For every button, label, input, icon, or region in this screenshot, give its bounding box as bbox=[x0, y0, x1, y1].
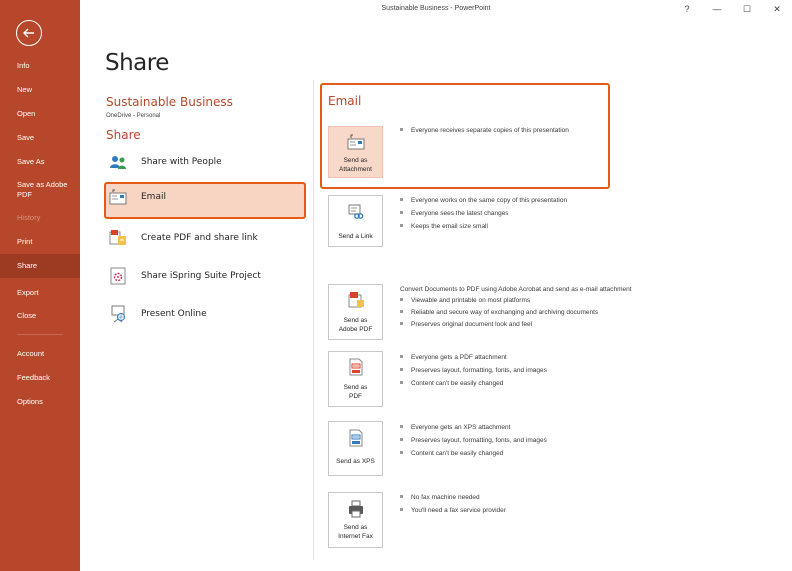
document-title: Sustainable Business bbox=[106, 95, 233, 109]
action-label: Send a Link bbox=[338, 233, 373, 240]
nav-item-save-as[interactable]: Save As bbox=[0, 150, 80, 174]
share-option-share-with-people[interactable]: Share with People bbox=[104, 146, 306, 178]
bullet-item: Preserves layout, formatting, fonts, and… bbox=[400, 367, 547, 374]
action-label: Send as XPS bbox=[336, 458, 375, 465]
bullet-item: Keeps the email size small bbox=[400, 223, 488, 230]
backstage-sidebar: Info New Open Save Save As Save as Adobe… bbox=[0, 0, 80, 571]
sidebar-divider bbox=[17, 334, 63, 335]
restore-button[interactable]: ☐ bbox=[732, 0, 762, 18]
share-option-label: Email bbox=[141, 192, 166, 202]
bullet-item: Viewable and printable on most platforms bbox=[400, 297, 530, 304]
bullet-item: Reliable and secure way of exchanging an… bbox=[400, 309, 598, 316]
nav-item-options[interactable]: Options bbox=[0, 390, 80, 414]
action-label: Send as PDF bbox=[343, 384, 368, 400]
bullet-item: You'll need a fax service provider bbox=[400, 507, 506, 514]
bullet-item: Content can't be easily changed bbox=[400, 450, 503, 457]
share-option-present-online[interactable]: Present Online bbox=[104, 298, 306, 330]
nav-item-history: History bbox=[17, 213, 41, 222]
nav-item-new[interactable]: New bbox=[0, 78, 80, 102]
share-option-share-ispring[interactable]: Share iSpring Suite Project bbox=[104, 260, 306, 292]
column-divider bbox=[313, 80, 314, 560]
email-section-heading: Email bbox=[328, 94, 362, 108]
nav-item-info[interactable]: Info bbox=[0, 54, 80, 78]
link-icon bbox=[348, 204, 363, 219]
nav-item-feedback[interactable]: Feedback bbox=[0, 366, 80, 390]
share-option-label: Create PDF and share link bbox=[141, 233, 258, 243]
share-option-label: Present Online bbox=[141, 309, 207, 319]
share-option-label: Share iSpring Suite Project bbox=[141, 271, 261, 281]
bullet-item: Everyone gets a PDF attachment bbox=[400, 354, 507, 361]
fax-icon bbox=[348, 500, 363, 518]
page-title: Share bbox=[105, 50, 169, 76]
back-button[interactable] bbox=[16, 20, 42, 46]
bullet-item: No fax machine needed bbox=[400, 494, 480, 501]
action-label: Send as Internet Fax bbox=[338, 524, 373, 540]
pdf-share-icon bbox=[109, 230, 126, 245]
nav-item-close[interactable]: Close bbox=[0, 304, 80, 328]
bullet-item: Everyone receives separate copies of thi… bbox=[400, 127, 569, 134]
send-a-link-button[interactable]: Send a Link bbox=[328, 195, 383, 247]
nav-item-save-as-adobe-pdf[interactable]: Save as Adobe PDF bbox=[0, 178, 80, 204]
attachment-icon bbox=[347, 134, 364, 150]
bullet-item: Preserves layout, formatting, fonts, and… bbox=[400, 437, 547, 444]
send-as-adobe-pdf-button[interactable]: Send as Adobe PDF bbox=[328, 284, 383, 340]
xps-icon bbox=[349, 429, 362, 447]
nav-item-export[interactable]: Export bbox=[0, 281, 80, 305]
adobe-pdf-icon bbox=[348, 292, 364, 308]
help-button[interactable]: ? bbox=[672, 0, 702, 18]
bullet-item: Content can't be easily changed bbox=[400, 380, 503, 387]
document-location: OneDrive - Personal bbox=[106, 113, 161, 119]
bullet-item: Everyone sees the latest changes bbox=[400, 210, 509, 217]
back-arrow-icon bbox=[23, 28, 34, 38]
bullet-item: Everyone gets an XPS attachment bbox=[400, 424, 510, 431]
minimize-button[interactable]: — bbox=[702, 0, 732, 18]
share-option-create-pdf-share-link[interactable]: Create PDF and share link bbox=[104, 222, 306, 254]
send-as-xps-button[interactable]: Send as XPS bbox=[328, 421, 383, 476]
present-online-icon bbox=[111, 305, 125, 323]
nav-item-share[interactable]: Share bbox=[0, 254, 80, 278]
nav-item-account[interactable]: Account bbox=[0, 342, 80, 366]
send-as-pdf-button[interactable]: Send as PDF bbox=[328, 351, 383, 407]
nav-item-print[interactable]: Print bbox=[0, 230, 80, 254]
nav-item-save[interactable]: Save bbox=[0, 126, 80, 150]
share-section-heading: Share bbox=[106, 128, 141, 142]
send-as-internet-fax-button[interactable]: Send as Internet Fax bbox=[328, 492, 383, 548]
ispring-icon bbox=[110, 267, 126, 285]
bullet-item: Preserves original document look and fee… bbox=[400, 321, 532, 328]
close-window-button[interactable]: ✕ bbox=[762, 0, 792, 18]
action-label: Send as Attachment bbox=[339, 157, 372, 173]
email-icon bbox=[109, 189, 127, 205]
nav-item-open[interactable]: Open bbox=[0, 102, 80, 126]
adobe-pdf-heading: Convert Documents to PDF using Adobe Acr… bbox=[400, 286, 632, 293]
action-label: Send as Adobe PDF bbox=[338, 317, 373, 333]
people-icon bbox=[110, 156, 126, 169]
share-option-label: Share with People bbox=[141, 157, 222, 167]
share-option-email[interactable]: Email bbox=[104, 182, 306, 219]
pdf-icon bbox=[349, 358, 362, 376]
send-as-attachment-button[interactable]: Send as Attachment bbox=[328, 126, 383, 178]
bullet-item: Everyone works on the same copy of this … bbox=[400, 197, 567, 204]
